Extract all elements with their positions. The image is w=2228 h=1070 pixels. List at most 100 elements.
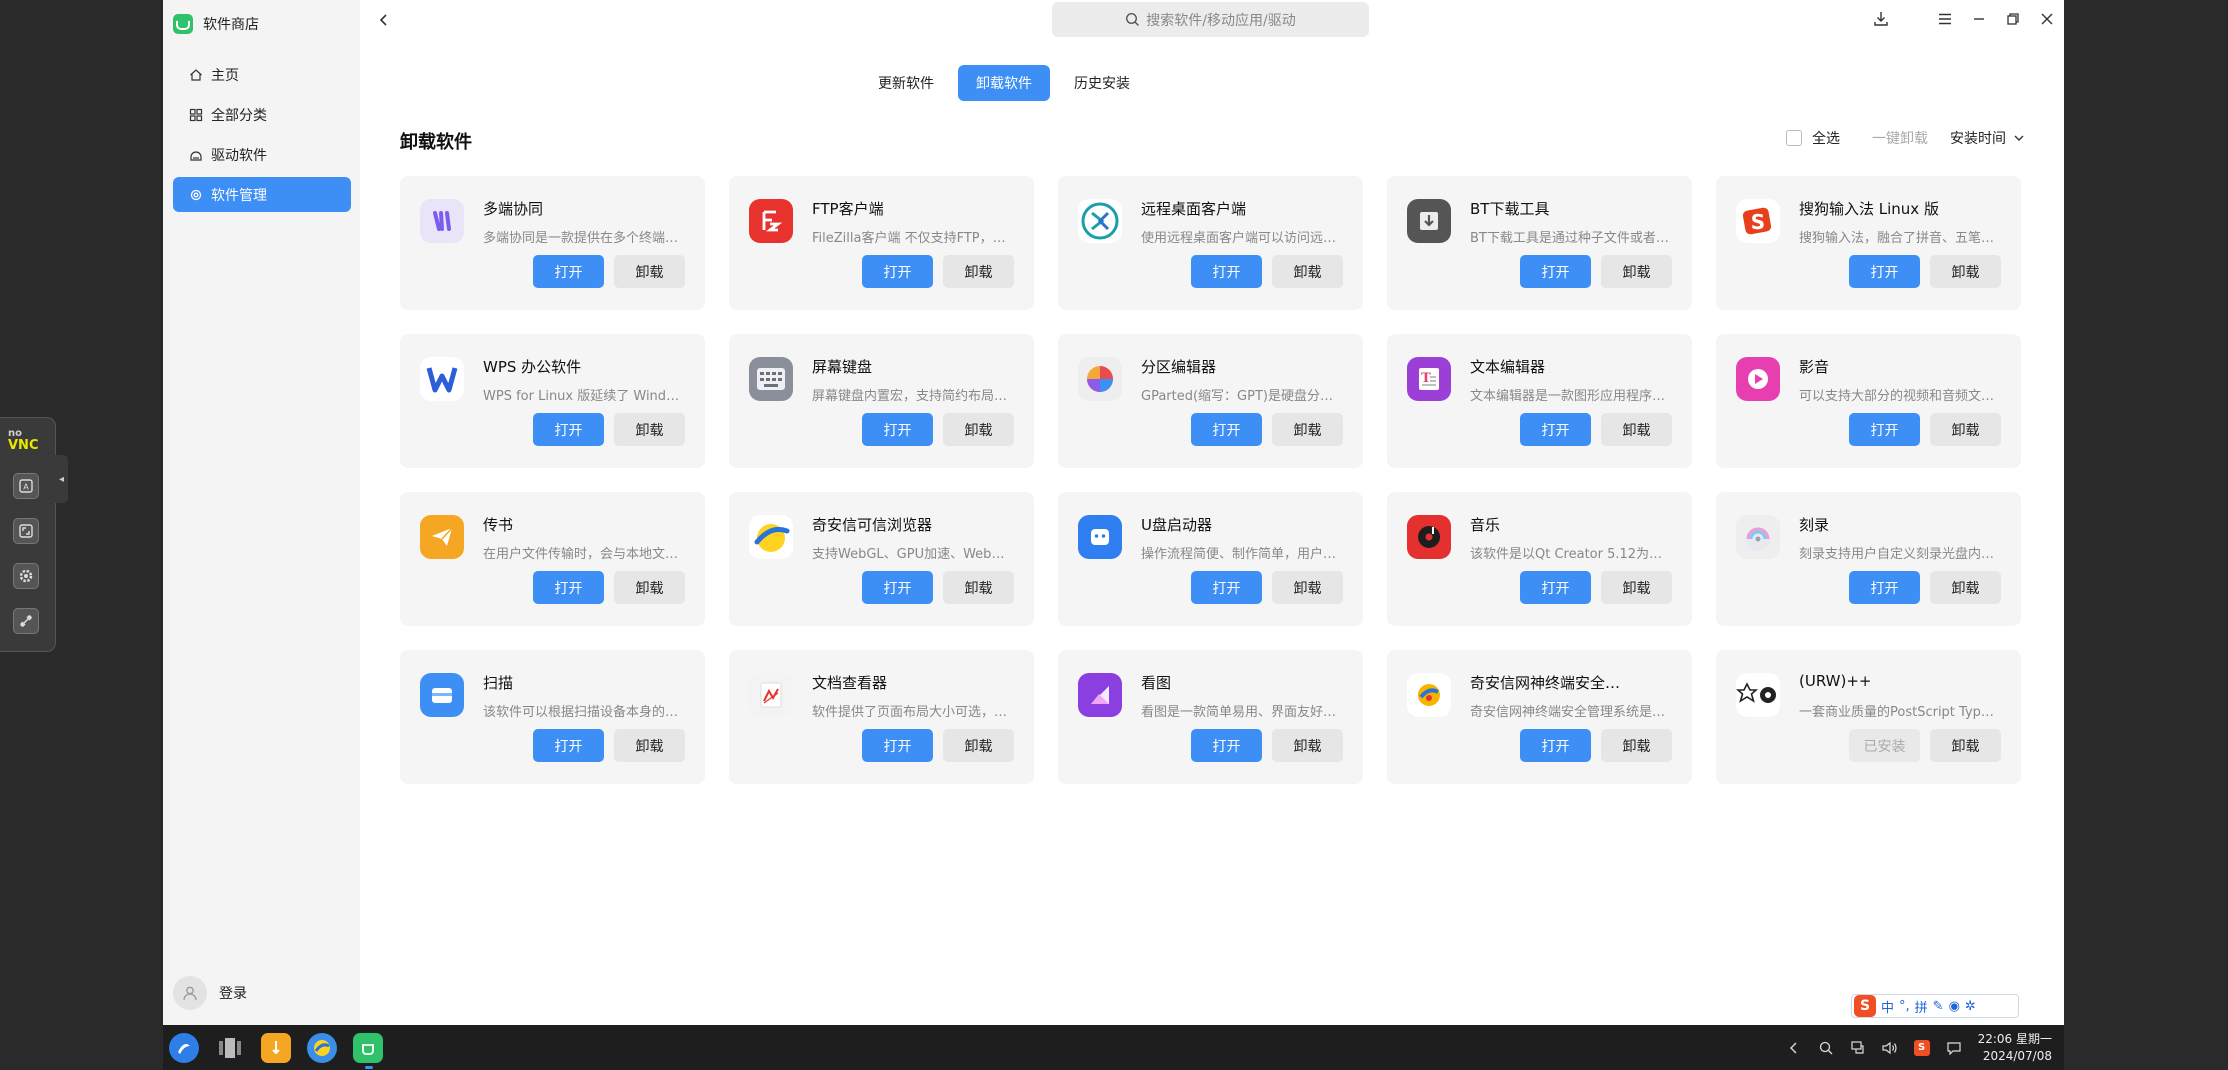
uninstall-button[interactable]: 卸载 [614,729,685,762]
ime-mode[interactable]: 中 [1881,997,1894,1016]
app-card[interactable]: 多端协同 多端协同是一款提供在多个终端… 打开 卸载 [400,176,705,310]
app-card[interactable]: U盘启动器 操作流程简便、制作简单，用户… 打开 卸载 [1058,492,1363,626]
sogou-tray-icon[interactable]: S [1913,1039,1930,1056]
app-card[interactable]: 扫描 该软件可以根据扫描设备本身的… 打开 卸载 [400,650,705,784]
app-card[interactable]: S 搜狗输入法 Linux 版搜狗输入法，融合了拼音、五笔… 打开 卸载 [1716,176,2021,310]
uninstall-button[interactable]: 卸载 [614,255,685,288]
close-button[interactable] [2030,0,2064,38]
uninstall-button[interactable]: 卸载 [614,413,685,446]
tab-history[interactable]: 历史安装 [1056,65,1148,101]
app-card[interactable]: 分区编辑器 GParted(缩写：GPT)是硬盘分区… 打开 卸载 [1058,334,1363,468]
ime-pinyin[interactable]: 拼 [1915,997,1928,1016]
uninstall-button[interactable]: 卸载 [614,571,685,604]
app-card[interactable]: 文档查看器 软件提供了页面布局大小可选，… 打开 卸载 [729,650,1034,784]
uninstall-button[interactable]: 卸载 [1930,729,2001,762]
app-card[interactable]: FTP客户端 FileZilla客户端 不仅支持FTP，还… 打开 卸载 [729,176,1034,310]
vnc-settings-button[interactable] [13,563,39,589]
uninstall-button[interactable]: 卸载 [1601,413,1672,446]
open-button[interactable]: 打开 [1520,413,1591,446]
app-card[interactable]: WPS 办公软件 WPS for Linux 版延续了 Window… 打开 卸载 [400,334,705,468]
app-card[interactable]: 远程桌面客户端 使用远程桌面客户端可以访问远… 打开 卸载 [1058,176,1363,310]
app-card[interactable]: T 文本编辑器 文本编辑器是一款图形应用程序… 打开 卸载 [1387,334,1692,468]
sidebar-item-categories[interactable]: 全部分类 [173,97,351,132]
app-card[interactable]: BT下载工具 BT下载工具是通过种子文件或者… 打开 卸载 [1387,176,1692,310]
multitask-view-icon[interactable] [215,1033,245,1063]
skin-icon[interactable]: ◉ [1949,999,1960,1014]
app-card[interactable]: 传书 在用户文件传输时，会与本地文… 打开 卸载 [400,492,705,626]
uninstall-button[interactable]: 卸载 [1601,729,1672,762]
file-manager-icon[interactable] [261,1033,291,1063]
open-button[interactable]: 打开 [1520,255,1591,288]
open-button[interactable]: 打开 [1849,413,1920,446]
open-button[interactable]: 打开 [862,413,933,446]
app-card[interactable]: (URW)++ 一套商业质量的PostScript Type … 已安装 卸载 [1716,650,2021,784]
uninstall-button[interactable]: 卸载 [1272,729,1343,762]
app-card[interactable]: 奇安信可信浏览器 支持WebGL、GPU加速、WebAs… 打开 卸载 [729,492,1034,626]
open-button[interactable]: 打开 [533,255,604,288]
minimize-button[interactable] [1962,0,1996,38]
open-button[interactable]: 打开 [862,255,933,288]
app-card[interactable]: 影音 可以支持大部分的视频和音频文… 打开 卸载 [1716,334,2021,468]
launcher-icon[interactable] [169,1033,199,1063]
search-input[interactable]: 搜索软件/移动应用/驱动 [1052,2,1369,37]
menu-button[interactable] [1928,0,1962,38]
open-button[interactable]: 打开 [862,729,933,762]
uninstall-button[interactable]: 卸载 [943,255,1014,288]
punctuation-icon[interactable]: °, [1899,999,1910,1014]
vnc-panel-handle[interactable]: ◂ [55,455,68,503]
clock[interactable]: 22:06 星期一 2024/07/08 [1978,1031,2052,1065]
uninstall-button[interactable]: 卸载 [1272,571,1343,604]
back-button[interactable] [374,10,394,30]
uninstall-button[interactable]: 卸载 [943,571,1014,604]
uninstall-button[interactable]: 卸载 [943,413,1014,446]
app-card[interactable]: 音乐 该软件是以Qt Creator 5.12为基… 打开 卸载 [1387,492,1692,626]
uninstall-button[interactable]: 卸载 [1601,571,1672,604]
one-key-uninstall-button[interactable]: 一键卸载 [1872,128,1928,148]
select-all-label[interactable]: 全选 [1812,128,1840,148]
search-icon[interactable] [1818,1040,1834,1056]
sidebar-item-home[interactable]: 主页 [173,57,351,92]
open-button[interactable]: 打开 [533,729,604,762]
open-button[interactable]: 打开 [1191,571,1262,604]
sidebar-item-software-management[interactable]: 软件管理 [173,177,351,212]
vnc-disconnect-button[interactable] [13,608,39,634]
tab-uninstall[interactable]: 卸载软件 [958,65,1050,101]
open-button[interactable]: 打开 [1191,255,1262,288]
select-all-checkbox[interactable] [1786,130,1802,146]
login-button[interactable]: 登录 [173,976,247,1010]
app-card[interactable]: 奇安信网神终端安全… 奇安信网神终端安全管理系统是… 打开 卸载 [1387,650,1692,784]
app-store-taskbar-icon[interactable] [353,1033,383,1063]
browser-taskbar-icon[interactable] [307,1033,337,1063]
volume-icon[interactable] [1881,1040,1898,1056]
open-button[interactable]: 打开 [1520,571,1591,604]
open-button[interactable]: 打开 [1191,729,1262,762]
uninstall-button[interactable]: 卸载 [1601,255,1672,288]
app-card[interactable]: 看图 看图是一款简单易用、界面友好… 打开 卸载 [1058,650,1363,784]
sidebar-item-drivers[interactable]: 驱动软件 [173,137,351,172]
sogou-icon[interactable]: S [1854,995,1876,1017]
open-button[interactable]: 打开 [1849,571,1920,604]
tab-updates[interactable]: 更新软件 [860,65,952,101]
restore-button[interactable] [1996,0,2030,38]
download-button[interactable] [1864,0,1898,38]
app-card[interactable]: 屏幕键盘 屏幕键盘内置宏，支持简约布局… 打开 卸载 [729,334,1034,468]
uninstall-button[interactable]: 卸载 [1930,413,2001,446]
vnc-fullscreen-button[interactable] [13,518,39,544]
chevron-left-icon[interactable] [1786,1040,1802,1056]
uninstall-button[interactable]: 卸载 [1272,255,1343,288]
sort-dropdown[interactable]: 安装时间 [1950,128,2024,148]
uninstall-button[interactable]: 卸载 [1930,255,2001,288]
open-button[interactable]: 打开 [862,571,933,604]
open-button[interactable]: 打开 [533,571,604,604]
network-icon[interactable] [1850,1040,1866,1056]
uninstall-button[interactable]: 卸载 [1272,413,1343,446]
open-button[interactable]: 打开 [533,413,604,446]
notification-icon[interactable] [1946,1040,1962,1056]
app-card[interactable]: 刻录 刻录支持用户自定义刻录光盘内… 打开 卸载 [1716,492,2021,626]
open-button[interactable]: 打开 [1191,413,1262,446]
open-button[interactable]: 打开 [1520,729,1591,762]
pen-icon[interactable]: ✎ [1933,999,1944,1014]
uninstall-button[interactable]: 卸载 [943,729,1014,762]
vnc-keyboard-button[interactable]: A [13,473,39,499]
settings-icon[interactable]: ✲ [1965,999,1976,1014]
